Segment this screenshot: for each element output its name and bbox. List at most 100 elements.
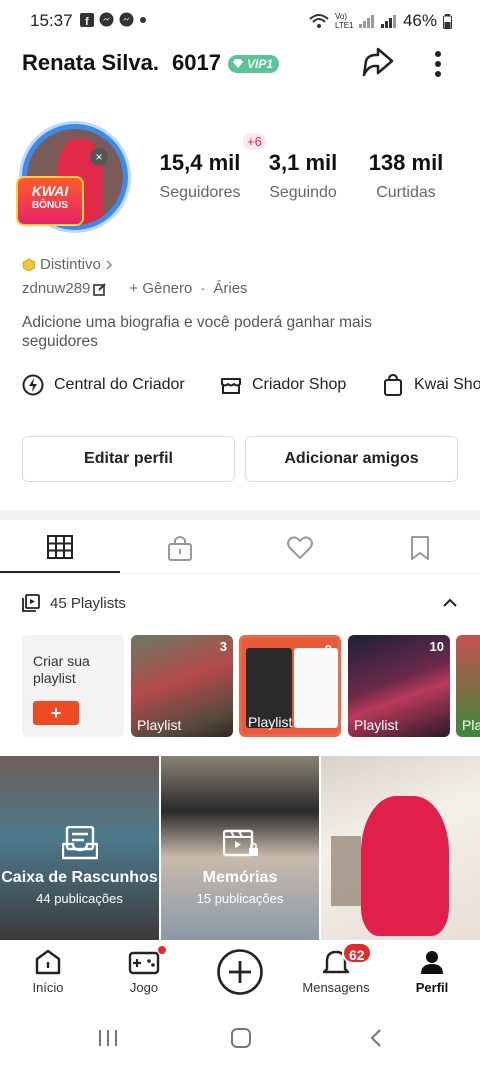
bookmark-icon [411, 536, 429, 560]
shortcut-label: Central do Criador [54, 376, 185, 393]
shortcut-label: Criador Shop [252, 376, 347, 393]
kwai-bonus-subtitle: BÔNUS [31, 200, 69, 211]
create-playlist-label: Criar sua playlist [33, 653, 90, 686]
stat-value: 15,4 mil [159, 150, 241, 175]
meta-separator: · [200, 280, 206, 297]
tab-grid[interactable] [45, 534, 75, 562]
playlist-label: Playlist [137, 717, 182, 733]
stat-label: Seguidores [159, 184, 241, 201]
vip-badge[interactable]: VIP1 [228, 55, 280, 73]
shop-icon [220, 374, 242, 396]
playlist-card[interactable]: 10 Playlist [348, 635, 450, 737]
nav-profile-label: Perfil [415, 980, 449, 995]
playlist-label: Playlist [354, 717, 399, 733]
messenger-icon [99, 12, 114, 27]
nav-game[interactable]: Jogo [99, 948, 189, 995]
playlist-video-count: 10 [429, 639, 444, 654]
bio-prompt[interactable]: Adicione uma biografia e você poderá gan… [22, 313, 422, 351]
nav-home[interactable]: Início [3, 948, 93, 995]
avatar[interactable]: × KWAI BÔNUS [14, 118, 134, 238]
playlist-video-count: 3 [219, 639, 227, 654]
bottom-nav: Início Jogo Mensagens Perfil [0, 940, 480, 1012]
create-playlist-card[interactable]: Criar sua playlist + [22, 635, 124, 737]
edit-profile-button[interactable]: Editar perfil [22, 436, 235, 482]
close-icon[interactable]: × [90, 148, 108, 166]
memories-title: Memórias [202, 869, 278, 886]
nav-home-label: Início [32, 980, 64, 995]
recent-apps-icon[interactable] [96, 1028, 120, 1048]
share-icon[interactable] [360, 47, 396, 79]
vip-label: VIP1 [247, 57, 274, 71]
svg-text:f: f [85, 16, 89, 27]
memories-tile[interactable]: Memórias 15 publicações [161, 756, 319, 940]
drafts-icon [62, 826, 98, 860]
stat-likes[interactable]: 138 mil Curtidas [356, 150, 456, 202]
username: zdnuw289 [22, 280, 91, 297]
tab-divider [0, 573, 480, 574]
chevron-right-icon [105, 259, 113, 270]
stat-label: Seguindo [269, 184, 337, 201]
tab-private[interactable] [165, 534, 195, 562]
zodiac-sign[interactable]: Áries [213, 280, 247, 297]
video-thumbnail[interactable] [321, 756, 480, 940]
playlists-count: 45 Playlists [50, 594, 126, 612]
game-notification-dot [158, 946, 166, 954]
stat-value: 138 mil [368, 150, 444, 175]
more-options-icon[interactable] [430, 48, 446, 80]
playlist-card[interactable]: Pla [456, 635, 480, 737]
playlist-card[interactable]: 3 Playlist [131, 635, 233, 737]
stat-label: Curtidas [376, 184, 436, 201]
profile-name: Renata Silva. [22, 50, 159, 75]
stat-followers[interactable]: 15,4 mil Seguidores [150, 150, 250, 202]
tab-saved[interactable] [405, 534, 435, 562]
kwai-bonus-badge[interactable]: KWAI BÔNUS [16, 176, 84, 226]
chevron-up-icon[interactable] [442, 597, 458, 609]
status-right: Vo) LTE1 46% [309, 11, 452, 31]
wifi-icon [309, 13, 329, 29]
playlist-card[interactable]: 2 Playlist [239, 635, 341, 737]
home-icon [35, 949, 61, 975]
lock-icon [168, 536, 192, 561]
signal-icon [358, 14, 375, 28]
person-icon [421, 951, 443, 974]
badge-link[interactable]: Distintivo [22, 256, 113, 273]
profile-user-number: 6017 [172, 50, 221, 75]
more-notifications-dot [139, 16, 147, 24]
signal-icon-2 [380, 14, 397, 28]
drafts-tile[interactable]: Caixa de Rascunhos 44 publicações [0, 756, 159, 940]
grid-icon [47, 535, 73, 559]
nav-create[interactable] [195, 948, 285, 1000]
add-friends-button[interactable]: Adicionar amigos [245, 436, 458, 482]
home-button-icon[interactable] [230, 1028, 252, 1048]
playlist-label: Playlist [248, 714, 293, 730]
edit-icon[interactable] [93, 282, 107, 296]
shortcut-label: Kwai Sho [414, 376, 480, 393]
shortcut-kwai-shop[interactable]: Kwai Sho [382, 374, 480, 396]
back-icon[interactable] [368, 1028, 384, 1048]
create-playlist-button[interactable]: + [33, 701, 79, 725]
gender-button[interactable]: + Gênero [129, 280, 192, 297]
nav-profile[interactable]: Perfil [387, 948, 477, 995]
nav-messages-label: Mensagens [302, 980, 370, 995]
drafts-count: 44 publicações [36, 891, 123, 906]
battery-percent: 46% [402, 11, 437, 30]
lightning-circle-icon [22, 374, 44, 396]
network-label: Vo) LTE1 [334, 12, 354, 30]
facebook-icon: f [80, 12, 94, 27]
plus-circle-icon [217, 949, 263, 995]
playlist-video-count: 2 [324, 642, 332, 657]
memories-icon [223, 828, 259, 860]
drafts-title: Caixa de Rascunhos [1, 869, 158, 886]
tab-liked[interactable] [285, 534, 315, 562]
shortcut-creator-center[interactable]: Central do Criador [22, 374, 185, 396]
stat-following[interactable]: 3,1 mil Seguindo [254, 150, 352, 202]
badge-link-label: Distintivo [40, 256, 101, 273]
messages-badge: 62 [342, 942, 372, 964]
playlists-header[interactable]: 45 Playlists [22, 594, 126, 612]
heart-icon [287, 536, 313, 559]
shortcut-creator-shop[interactable]: Criador Shop [220, 374, 346, 396]
battery-icon [443, 13, 452, 29]
new-followers-badge: +6 [243, 133, 266, 150]
section-divider [0, 510, 480, 520]
profile-meta-row: zdnuw289 + Gênero · Áries [22, 280, 248, 297]
